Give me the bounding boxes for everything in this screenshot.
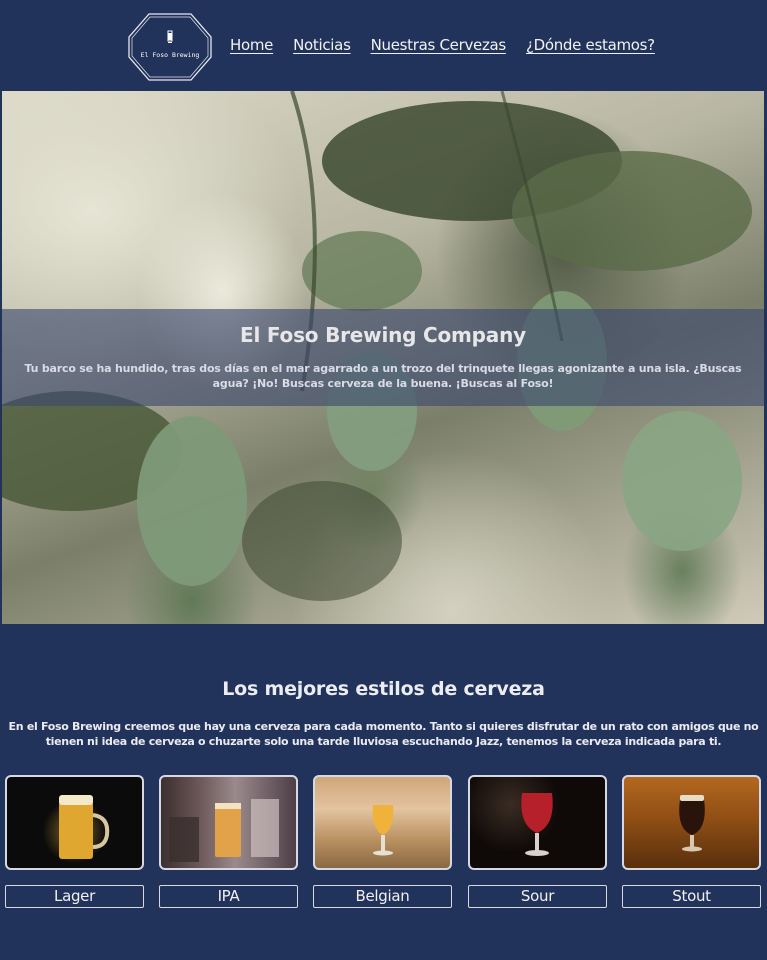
sour-beer-photo[interactable] (468, 775, 607, 870)
nav-link-nuestras-cervezas[interactable]: Nuestras Cervezas (371, 36, 507, 54)
hero-title: El Foso Brewing Company (240, 323, 526, 347)
nav-link-donde-estamos[interactable]: ¿Dónde estamos? (526, 36, 655, 54)
logo[interactable]: El Foso Brewing (128, 13, 212, 81)
nav-link-home[interactable]: Home (230, 36, 273, 54)
page: El Foso Brewing Home Noticias Nuestras C… (0, 0, 767, 960)
hero-banner: El Foso Brewing Company Tu barco se ha h… (2, 91, 764, 624)
site-header: El Foso Brewing Home Noticias Nuestras C… (0, 0, 767, 92)
styles-title: Los mejores estilos de cerveza (222, 678, 545, 700)
main-nav: Home Noticias Nuestras Cervezas ¿Dónde e… (230, 36, 655, 54)
lager-beer-photo[interactable] (5, 775, 144, 870)
beer-card-sour[interactable]: Sour (468, 775, 607, 908)
logo-hexagon-icon (128, 13, 212, 81)
ipa-beer-photo[interactable] (159, 775, 298, 870)
beer-card-label: IPA (159, 885, 298, 908)
stout-beer-photo[interactable] (622, 775, 761, 870)
beer-card-label: Sour (468, 885, 607, 908)
logo-text: El Foso Brewing (140, 51, 200, 59)
beer-card-ipa[interactable]: IPA (159, 775, 298, 908)
styles-text: En el Foso Brewing creemos que hay una c… (8, 720, 759, 748)
nav-link-noticias[interactable]: Noticias (293, 36, 351, 54)
hero-caption: El Foso Brewing Company Tu barco se ha h… (2, 309, 764, 406)
beer-card-label: Lager (5, 885, 144, 908)
belgian-beer-photo[interactable] (313, 775, 452, 870)
beer-card-stout[interactable]: Stout (622, 775, 761, 908)
beer-card-lager[interactable]: Lager (5, 775, 144, 908)
beer-styles-list: Lager IPA Belgian Sour Stout (0, 775, 767, 915)
beer-card-belgian[interactable]: Belgian (313, 775, 452, 908)
beer-card-label: Belgian (313, 885, 452, 908)
beer-card-label: Stout (622, 885, 761, 908)
hero-text: Tu barco se ha hundido, tras dos días en… (24, 362, 742, 390)
